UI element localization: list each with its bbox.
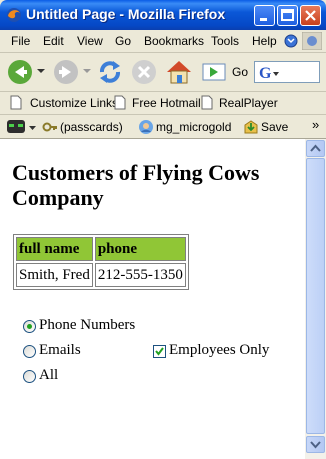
window-titlebar[interactable]: Untitled Page - Mozilla Firefox	[0, 0, 326, 30]
bookmark-page-icon	[10, 95, 22, 110]
passcards-label[interactable]: (passcards)	[60, 120, 123, 134]
forward-dropdown-icon[interactable]	[83, 67, 91, 75]
column-header-phone: phone	[94, 237, 186, 261]
close-icon	[305, 10, 316, 21]
radio-label-all[interactable]: All	[39, 367, 58, 384]
search-box[interactable]: G	[254, 61, 320, 83]
scroll-down-icon	[310, 441, 321, 449]
scroll-up-button[interactable]	[306, 140, 325, 157]
stop-icon[interactable]	[130, 58, 158, 86]
save-icon	[244, 120, 258, 134]
minimize-button[interactable]	[254, 5, 275, 26]
bookmark-page-icon	[114, 95, 126, 110]
radio-phone-numbers[interactable]	[23, 320, 36, 333]
page-content: Customers of Flying Cows Company full na…	[0, 139, 305, 459]
navigation-toolbar: Go G	[0, 53, 326, 92]
toolbar-overflow-icon[interactable]: »	[312, 117, 319, 132]
page-heading: Customers of Flying Cows Company	[12, 160, 260, 210]
google-search-icon: G	[259, 65, 279, 80]
menu-edit[interactable]: Edit	[43, 34, 64, 48]
radio-all[interactable]	[23, 370, 36, 383]
column-header-full-name: full name	[16, 237, 93, 261]
cell-phone: 212-555-1350	[94, 263, 186, 287]
checkbox-label-employees-only[interactable]: Employees Only	[169, 342, 269, 359]
menu-file[interactable]: File	[11, 34, 30, 48]
radio-label-emails[interactable]: Emails	[39, 342, 81, 359]
bookmarks-toolbar: Customize Links Free Hotmail RealPlayer	[0, 92, 326, 115]
menu-bookmarks[interactable]: Bookmarks	[144, 34, 204, 48]
menu-help[interactable]: Help	[252, 34, 277, 48]
profile-label[interactable]: mg_microgold	[156, 120, 231, 134]
checkmark-icon	[155, 347, 164, 356]
home-icon[interactable]	[164, 57, 194, 87]
menu-tools[interactable]: Tools	[211, 34, 239, 48]
customers-table: full name phone Smith, Fred 212-555-1350	[13, 234, 189, 290]
firefox-icon	[7, 8, 21, 22]
checkbox-employees-only[interactable]	[153, 345, 166, 358]
back-icon[interactable]	[6, 58, 34, 86]
maximize-icon	[281, 9, 294, 21]
throbber-icon	[302, 32, 322, 50]
go-label[interactable]: Go	[232, 65, 248, 79]
table-header-row: full name phone	[16, 237, 186, 261]
back-dropdown-icon[interactable]	[37, 67, 45, 75]
cell-full-name: Smith, Fred	[16, 263, 93, 287]
svg-text:G: G	[259, 65, 272, 80]
bookmark-free-hotmail[interactable]: Free Hotmail	[132, 96, 201, 110]
passcards-mask-icon[interactable]	[7, 120, 25, 133]
radio-emails[interactable]	[23, 345, 36, 358]
passcards-key-icon	[42, 122, 57, 132]
scroll-up-icon	[310, 144, 321, 152]
close-button[interactable]	[300, 5, 321, 26]
menu-view[interactable]: View	[77, 34, 103, 48]
profile-icon	[139, 120, 153, 134]
table-row: Smith, Fred 212-555-1350	[16, 263, 186, 287]
bookmark-page-icon	[201, 95, 213, 110]
extension-toolbar: (passcards) mg_microgold Save »	[0, 115, 326, 139]
minimize-icon	[260, 18, 267, 21]
scroll-down-button[interactable]	[306, 436, 325, 453]
window-title: Untitled Page - Mozilla Firefox	[26, 6, 226, 22]
maximize-button[interactable]	[277, 5, 298, 26]
bookmark-realplayer[interactable]: RealPlayer	[219, 96, 278, 110]
forward-icon[interactable]	[52, 58, 80, 86]
passcards-dropdown-icon[interactable]	[29, 125, 37, 131]
scroll-thumb[interactable]	[306, 158, 325, 434]
globe-icon[interactable]	[284, 34, 298, 48]
menu-go[interactable]: Go	[115, 34, 131, 48]
reload-icon[interactable]	[96, 58, 124, 86]
menu-bar: File Edit View Go Bookmarks Tools Help	[0, 30, 326, 53]
vertical-scrollbar[interactable]	[305, 139, 326, 459]
save-label[interactable]: Save	[261, 120, 288, 134]
radio-label-phone-numbers[interactable]: Phone Numbers	[39, 317, 135, 334]
go-icon[interactable]	[202, 63, 226, 81]
bookmark-customize-links[interactable]: Customize Links	[30, 96, 118, 110]
